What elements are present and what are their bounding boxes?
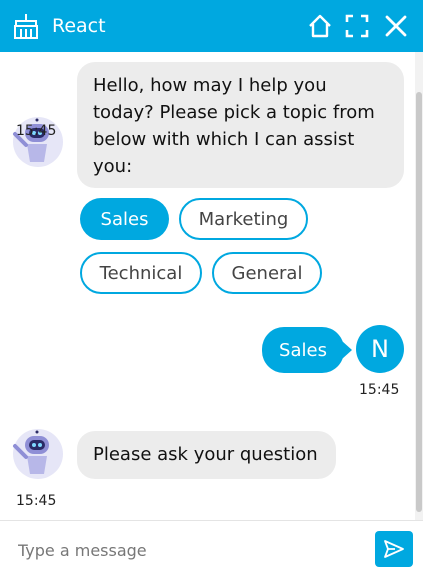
option-general-button[interactable]: General (212, 252, 322, 294)
user-message-text: Sales (279, 339, 327, 361)
home-icon[interactable] (307, 13, 333, 39)
scrollbar[interactable] (415, 52, 423, 520)
message-time: 15:45 (16, 123, 57, 139)
send-icon (384, 540, 404, 558)
broom-icon (14, 14, 38, 39)
message-input[interactable] (8, 531, 375, 569)
close-icon[interactable] (383, 13, 409, 39)
chat-title: React (52, 15, 106, 37)
expand-icon[interactable] (344, 13, 370, 39)
bubble-tail (342, 341, 352, 359)
message-list[interactable]: 15:45 Hello, how may I help you today? P… (0, 52, 415, 520)
message-time: 15:45 (359, 382, 400, 398)
chat-header: React (0, 0, 423, 52)
message-time: 15:45 (16, 493, 57, 509)
bot-message-bubble: Please ask your question (77, 431, 336, 479)
bot-message-bubble: Hello, how may I help you today? Please … (77, 62, 404, 188)
scrollbar-thumb[interactable] (416, 92, 422, 512)
option-sales-button[interactable]: Sales (80, 198, 169, 240)
bot-avatar-icon (13, 429, 63, 479)
option-marketing-button[interactable]: Marketing (179, 198, 308, 240)
user-avatar: N (356, 325, 404, 373)
user-message-bubble: Sales (262, 327, 352, 373)
message-composer (0, 520, 423, 577)
send-button[interactable] (375, 531, 413, 567)
option-technical-button[interactable]: Technical (80, 252, 202, 294)
